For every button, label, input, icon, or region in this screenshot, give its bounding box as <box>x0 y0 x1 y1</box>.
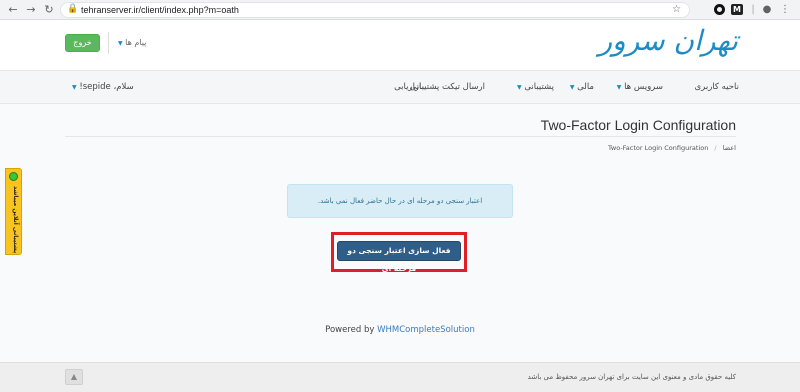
breadcrumb-separator: / <box>714 144 717 152</box>
chevron-down-icon: ▼ <box>72 84 77 91</box>
chevron-down-icon: ▼ <box>616 84 622 91</box>
nav-item-affiliates[interactable]: بازاریابی <box>394 82 424 92</box>
lock-icon: 🔒 <box>67 4 79 14</box>
site-logo[interactable]: تهران سرور <box>599 24 738 57</box>
messages-dropdown[interactable]: ▼ پیام ها <box>118 38 146 47</box>
nav-item-services[interactable]: ▼ سرویس ها <box>617 82 663 92</box>
chevron-up-icon[interactable]: ▲ <box>65 369 83 385</box>
arrow-left-icon[interactable]: ← <box>6 3 20 17</box>
online-status-icon <box>9 172 18 181</box>
address-bar[interactable]: 🔒 tehranserver.ir/client/index.php?m=oat… <box>60 2 690 18</box>
footer: ▲ کلیه حقوق مادی و معنوی این سایت برای ت… <box>0 362 800 392</box>
page-title: Two-Factor Login Configuration <box>540 117 736 133</box>
toolbar-divider: | <box>751 4 755 15</box>
reload-icon[interactable]: ↻ <box>42 3 56 17</box>
info-alert-text: اعتبار سنجی دو مرحله ای در حال حاضر فعال… <box>317 197 483 205</box>
greeting-label: سلام، sepide! <box>79 82 134 92</box>
title-divider <box>65 136 736 137</box>
nav-item-label: سرویس ها <box>624 82 663 92</box>
enable-2fa-button[interactable]: فعال سازی اعتبار سنجی دو مرحله ای <box>337 241 461 273</box>
powered-by: Powered by WHMCompleteSolution <box>0 325 800 335</box>
main-navbar: ناحیه کاربری ▼ سرویس ها ▼ مالی ▼ پشتیبان… <box>0 70 800 104</box>
arrow-right-icon[interactable]: → <box>24 3 38 17</box>
nav-item-label: پشتیبانی <box>524 82 554 92</box>
highlight-box: فعال سازی اعتبار سنجی دو مرحله ای <box>331 232 467 273</box>
extension-circle-icon[interactable] <box>712 3 726 17</box>
powered-by-prefix: Powered by <box>325 325 378 335</box>
nav-item-billing[interactable]: ▼ مالی <box>570 82 594 92</box>
extension-m-icon[interactable]: M <box>730 3 744 17</box>
breadcrumb-current: Two-Factor Login Configuration <box>608 144 709 152</box>
nav-item-client-area[interactable]: ناحیه کاربری <box>695 82 739 92</box>
breadcrumb: Two-Factor Login Configuration / اعضا <box>608 144 736 152</box>
footer-copyright: کلیه حقوق مادی و معنوی این سایت برای تهر… <box>527 373 736 381</box>
url-text[interactable]: tehranserver.ir/client/index.php?m=oath <box>81 5 239 15</box>
info-alert: اعتبار سنجی دو مرحله ای در حال حاضر فعال… <box>287 184 513 218</box>
browser-toolbar: ← → ↻ 🔒 tehranserver.ir/client/index.php… <box>0 0 800 20</box>
logout-button[interactable]: خروج <box>65 34 100 52</box>
nav-item-support[interactable]: ▼ پشتیبانی <box>517 82 554 92</box>
nav-item-label: مالی <box>577 82 594 92</box>
online-support-label: پشتیبانی آنلاین میباشد <box>12 186 19 254</box>
account-dropdown[interactable]: ▼ سلام، sepide! <box>72 82 134 92</box>
nav-item-label: بازاریابی <box>394 82 424 92</box>
header-divider <box>108 32 109 54</box>
chevron-down-icon: ▼ <box>516 84 522 91</box>
breadcrumb-home[interactable]: اعضا <box>723 144 736 152</box>
account-icon[interactable]: ● <box>760 3 774 17</box>
online-support-tab[interactable]: پشتیبانی آنلاین میباشد <box>5 168 22 255</box>
whmcs-link[interactable]: WHMCompleteSolution <box>377 325 475 335</box>
star-icon[interactable]: ☆ <box>672 4 681 15</box>
chevron-down-icon: ▼ <box>569 84 575 91</box>
nav-item-label: ناحیه کاربری <box>694 82 739 92</box>
more-menu-icon[interactable]: ⋮ <box>778 3 792 17</box>
messages-label: پیام ها <box>125 38 147 47</box>
chevron-down-icon: ▼ <box>118 40 123 47</box>
